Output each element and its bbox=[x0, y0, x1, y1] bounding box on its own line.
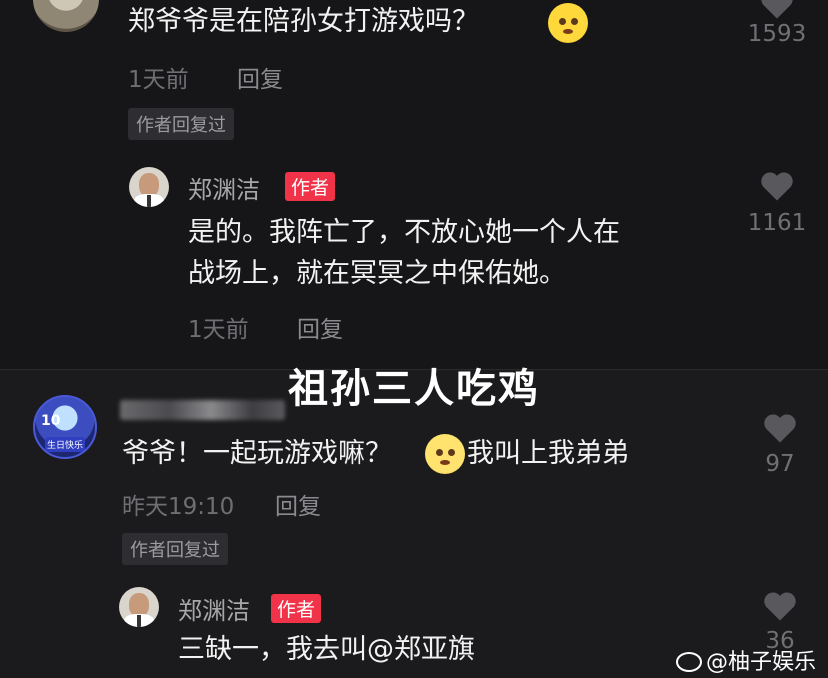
reply-button[interactable]: 回复 bbox=[237, 60, 283, 94]
avatar[interactable]: 10 生日快乐 bbox=[33, 395, 97, 459]
reply-button[interactable]: 回复 bbox=[297, 310, 343, 344]
comment-text: 爷爷！一起玩游戏嘛？ bbox=[122, 438, 392, 469]
comment-time: 昨天19:10 bbox=[122, 494, 235, 520]
heart-icon[interactable] bbox=[759, 0, 795, 20]
author-tag: 作者 bbox=[285, 172, 336, 201]
like-count: 97 bbox=[765, 451, 795, 477]
comment-text: 三缺一，我去叫@郑亚旗 bbox=[178, 634, 475, 665]
comment-text-line: 战场上，就在冥冥之中保佑她。 bbox=[188, 258, 566, 289]
username[interactable]: 郑渊洁 bbox=[178, 591, 250, 626]
comment-text-line: 是的。我阵亡了，不放心她一个人在 bbox=[188, 217, 620, 248]
like-count: 1161 bbox=[747, 210, 807, 236]
heart-icon[interactable] bbox=[762, 590, 798, 622]
comment-time: 1天前 bbox=[188, 317, 249, 343]
angry-face-emoji-icon bbox=[548, 3, 588, 43]
comment-text-continued: 我叫上我弟弟 bbox=[467, 438, 629, 469]
author-replied-badge[interactable]: 作者回复过 bbox=[122, 533, 228, 565]
username[interactable]: 郑渊洁 bbox=[188, 170, 260, 205]
avatar[interactable] bbox=[129, 167, 169, 207]
weibo-watermark: @柚子娱乐 bbox=[675, 644, 816, 676]
comment-text: 郑爷爷是在陪孙女打游戏吗？ bbox=[128, 6, 479, 37]
author-replied-badge[interactable]: 作者回复过 bbox=[128, 108, 234, 140]
author-tag: 作者 bbox=[271, 594, 322, 623]
heart-icon[interactable] bbox=[759, 170, 795, 202]
comment-time: 1天前 bbox=[128, 67, 189, 93]
weibo-icon bbox=[675, 652, 702, 672]
heart-icon[interactable] bbox=[762, 412, 798, 444]
blurred-username[interactable] bbox=[120, 400, 285, 420]
comment-panel-top bbox=[0, 0, 828, 370]
like-count: 1593 bbox=[747, 21, 807, 47]
avatar[interactable] bbox=[119, 587, 159, 627]
pleading-face-emoji-icon bbox=[425, 434, 465, 474]
reply-button[interactable]: 回复 bbox=[275, 487, 321, 521]
